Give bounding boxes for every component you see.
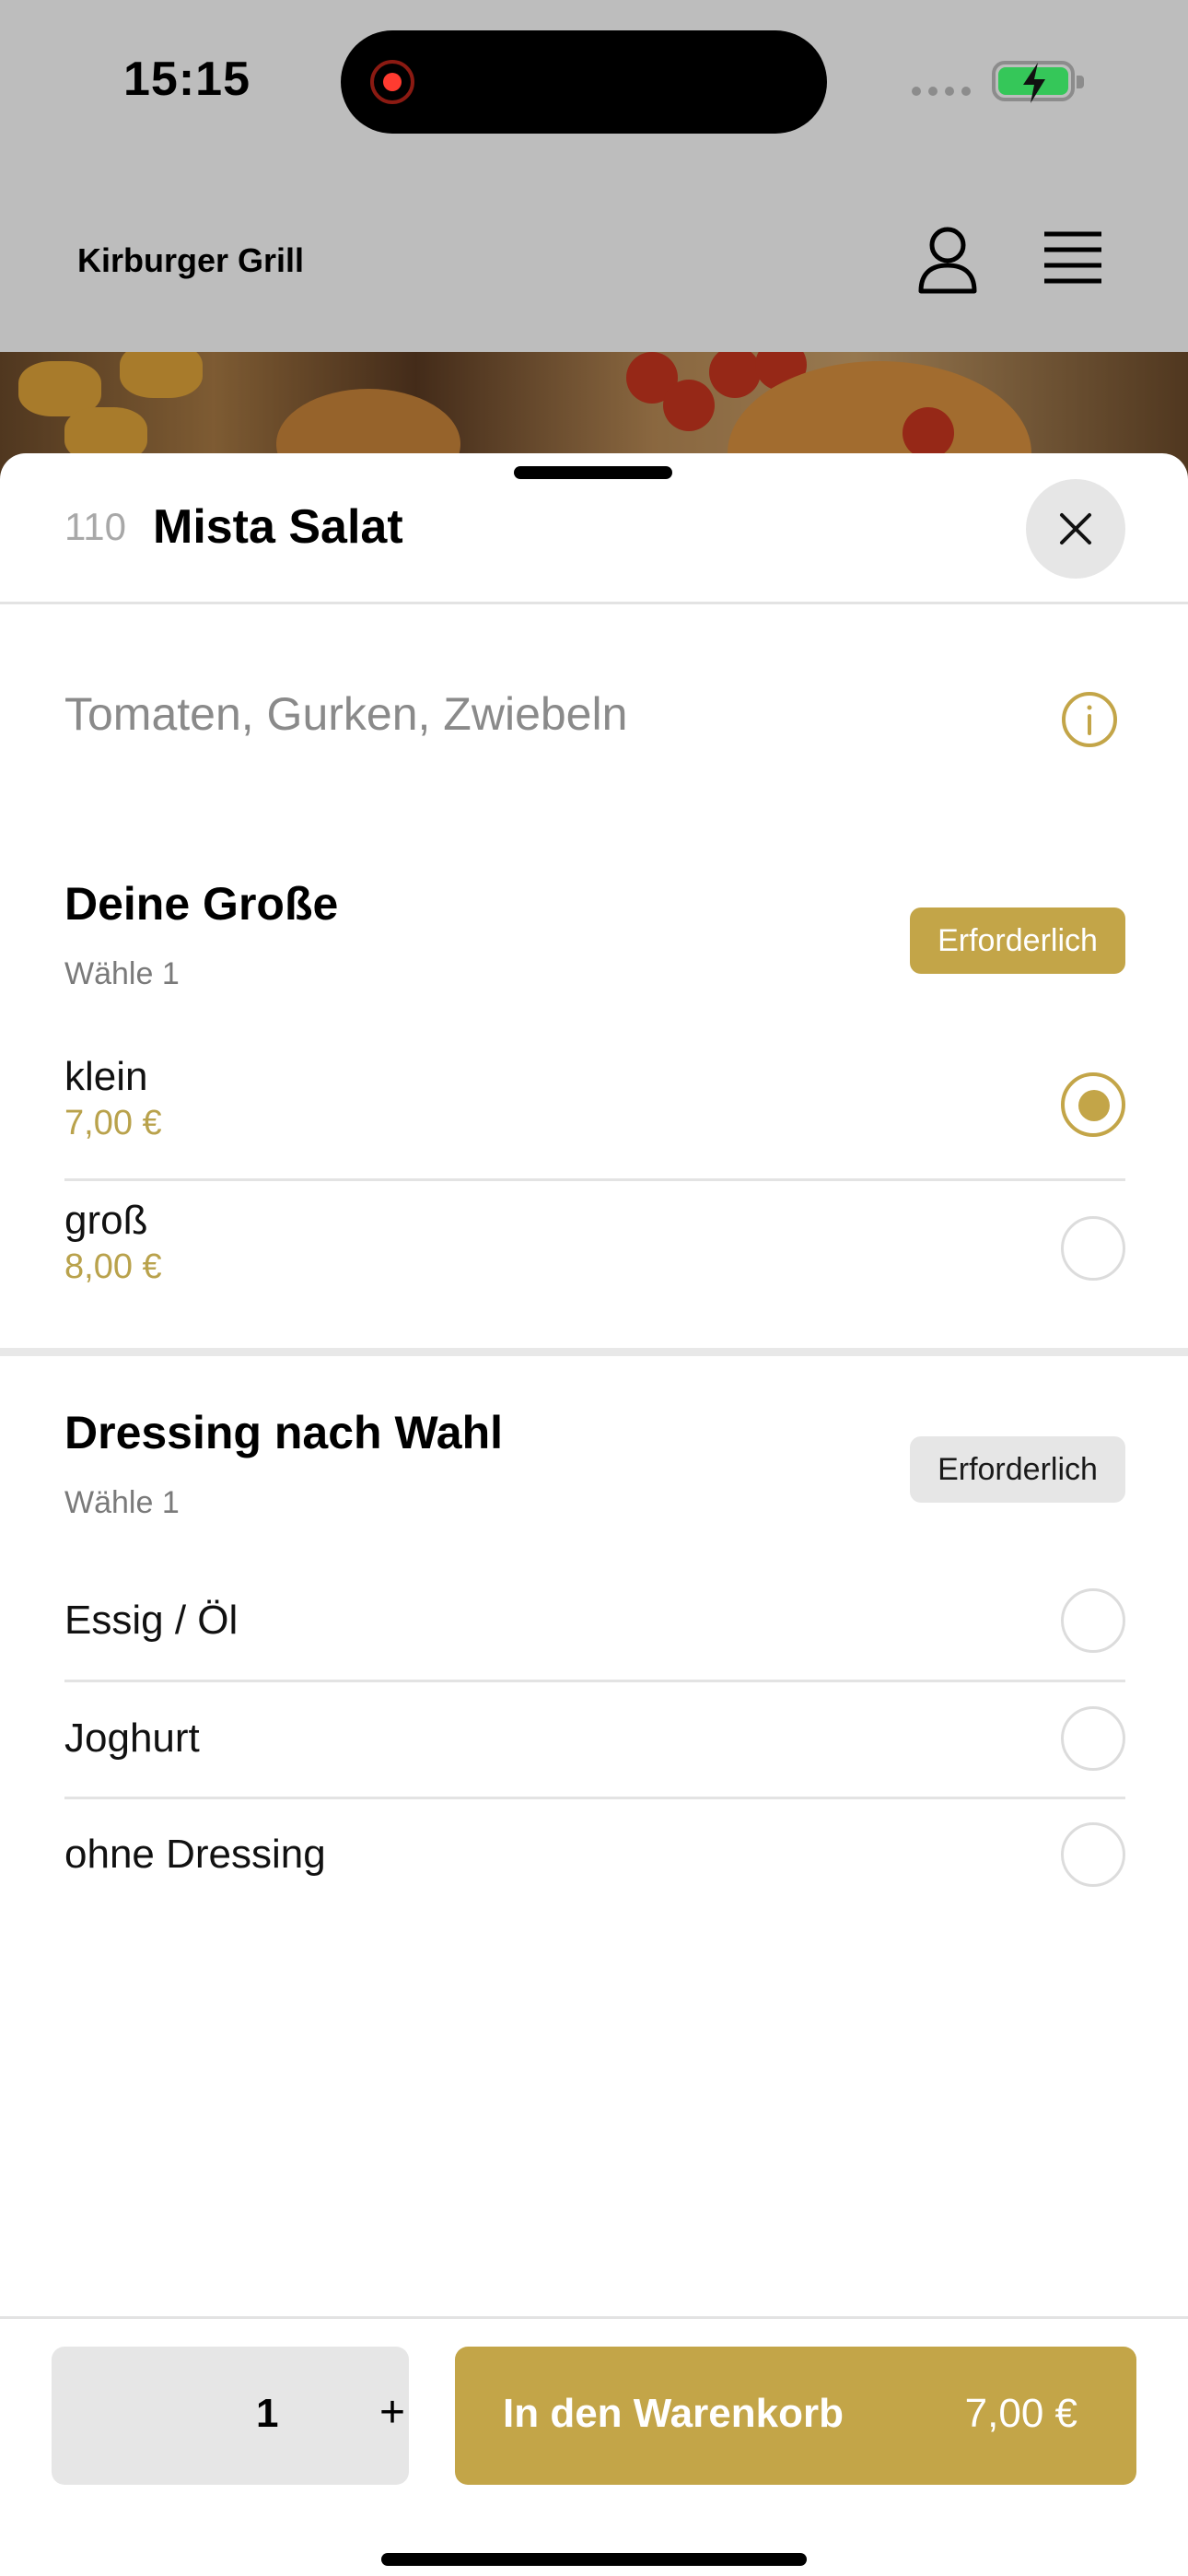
option-joghurt[interactable]: Joghurt: [64, 1688, 1125, 1789]
option-klein[interactable]: klein 7,00 €: [64, 1039, 1125, 1168]
bottom-action-bar: 1 + In den Warenkorb 7,00 €: [0, 2316, 1188, 2576]
status-bar: 15:15: [0, 0, 1188, 166]
option-price: 7,00 €: [64, 1104, 162, 1142]
option-radio[interactable]: [1061, 1822, 1125, 1887]
close-icon: [1060, 513, 1091, 544]
group-subtitle-size: Wähle 1: [64, 956, 180, 991]
divider: [64, 1797, 1125, 1799]
option-radio-selected[interactable]: [1061, 1072, 1125, 1137]
option-label: ohne Dressing: [64, 1832, 326, 1877]
battery-charging-icon: [992, 61, 1084, 103]
required-badge-size: Erforderlich: [910, 907, 1125, 974]
signal-icon: [912, 87, 971, 96]
info-icon[interactable]: [1061, 691, 1118, 753]
group-title-size: Deine Große: [64, 878, 339, 930]
divider: [64, 1178, 1125, 1181]
option-radio[interactable]: [1061, 1216, 1125, 1281]
option-ohne-dressing[interactable]: ohne Dressing: [64, 1804, 1125, 1905]
option-label: klein: [64, 1054, 148, 1099]
group-title-dressing: Dressing nach Wahl: [64, 1407, 504, 1458]
section-divider: [0, 1348, 1188, 1356]
divider: [64, 1680, 1125, 1682]
background-app: 15:15 Kirburger Grill: [0, 0, 1188, 481]
app-title: Kirburger Grill: [77, 241, 305, 279]
item-sheet: 110 Mista Salat Tomaten, Gurken, Zwiebel…: [0, 453, 1188, 2576]
item-description: Tomaten, Gurken, Zwiebeln: [64, 688, 628, 740]
user-icon[interactable]: [915, 225, 980, 299]
item-number: 110: [64, 505, 126, 548]
option-label: Joghurt: [64, 1715, 200, 1761]
group-subtitle-dressing: Wähle 1: [64, 1485, 180, 1520]
app-header: Kirburger Grill: [0, 184, 1188, 350]
add-to-cart-label: In den Warenkorb: [503, 2391, 844, 2436]
close-button[interactable]: [1026, 479, 1125, 579]
sheet-header: 110 Mista Salat: [0, 453, 1188, 604]
quantity-plus-button[interactable]: +: [379, 2387, 405, 2438]
dynamic-island: [341, 30, 827, 134]
option-essig-oel[interactable]: Essig / Öl: [64, 1570, 1125, 1671]
option-price: 8,00 €: [64, 1247, 162, 1286]
option-label: Essig / Öl: [64, 1598, 239, 1643]
quantity-value: 1: [256, 2391, 279, 2436]
home-indicator: [381, 2553, 807, 2566]
item-name: Mista Salat: [153, 500, 403, 554]
cart-total: 7,00 €: [964, 2391, 1077, 2436]
option-gross[interactable]: groß 8,00 €: [64, 1183, 1125, 1312]
menu-icon[interactable]: [1042, 230, 1103, 290]
quantity-stepper: 1 +: [52, 2347, 409, 2485]
option-radio[interactable]: [1061, 1588, 1125, 1653]
recording-icon: [370, 60, 414, 104]
add-to-cart-button[interactable]: In den Warenkorb 7,00 €: [455, 2347, 1136, 2485]
option-label: groß: [64, 1198, 148, 1243]
status-time: 15:15: [123, 53, 250, 106]
option-radio[interactable]: [1061, 1706, 1125, 1771]
required-badge-dressing: Erforderlich: [910, 1436, 1125, 1503]
